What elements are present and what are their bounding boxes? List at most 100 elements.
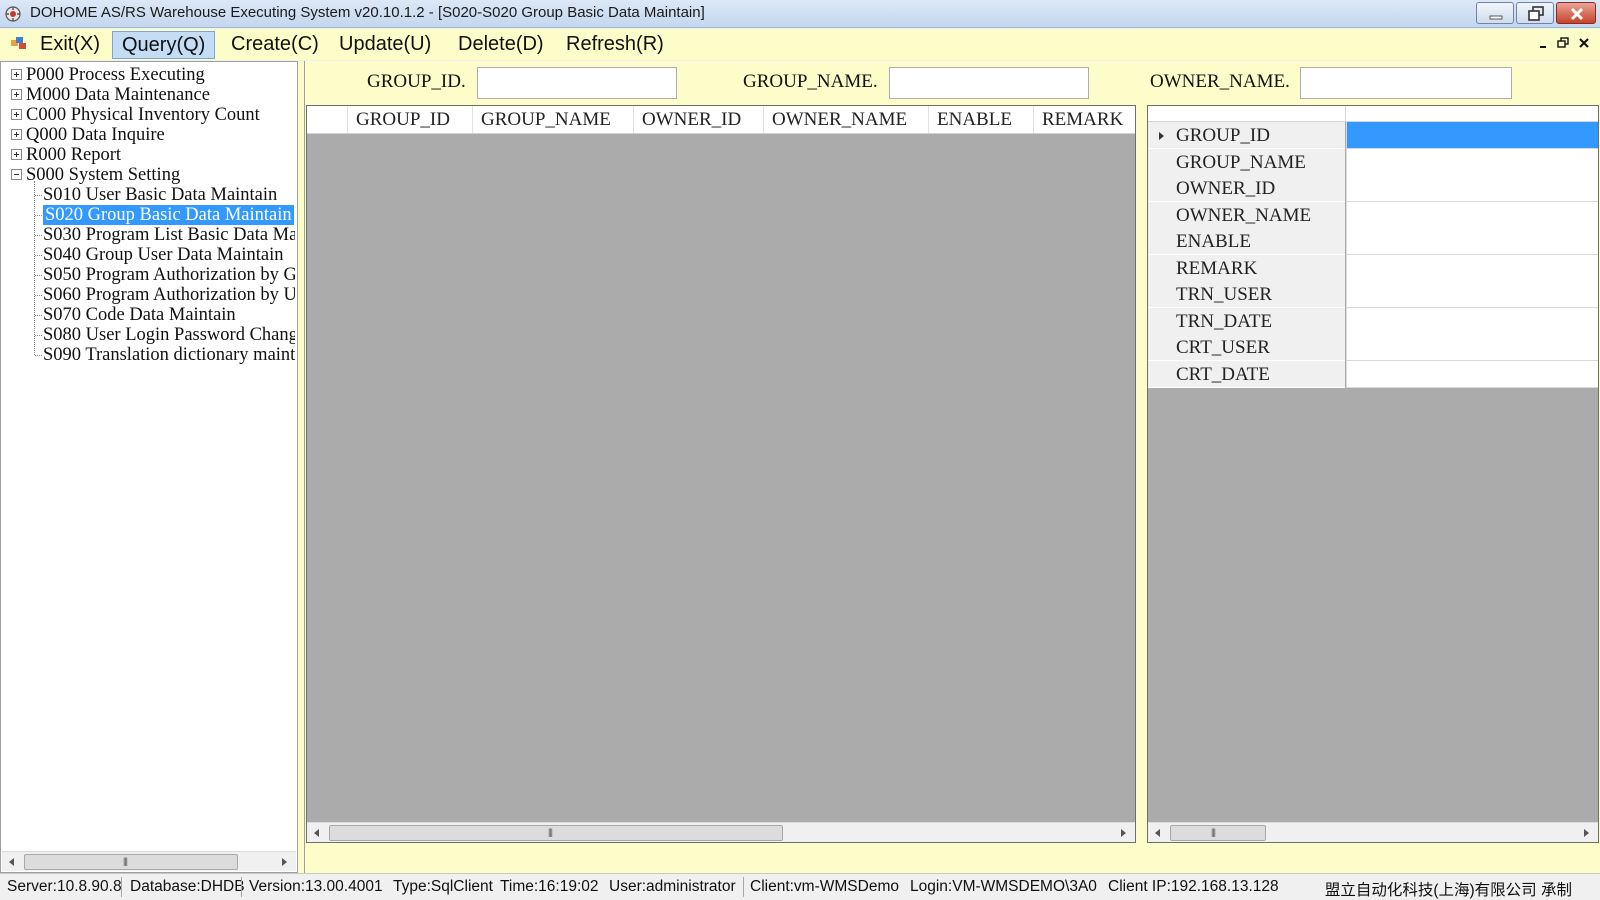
detail-field-value[interactable] xyxy=(1346,122,1598,149)
content-panel: GROUP_ID. GROUP_NAME. OWNER_NAME. GROUP_… xyxy=(304,61,1600,873)
scroll-left-icon[interactable] xyxy=(1152,827,1164,839)
tree-leaf[interactable]: S010 User Basic Data Maintain xyxy=(35,185,277,205)
scroll-thumb[interactable]: ||| xyxy=(24,854,238,870)
close-icon xyxy=(1570,7,1584,21)
scroll-thumb[interactable]: ||| xyxy=(329,825,783,841)
detail-row[interactable]: CRT_DATE xyxy=(1148,360,1598,388)
detail-field-value[interactable] xyxy=(1346,175,1598,202)
detail-field-value[interactable] xyxy=(1346,254,1598,282)
tree-leaf[interactable]: S020 Group Basic Data Maintain xyxy=(35,205,294,225)
detail-field-label: OWNER_NAME xyxy=(1148,201,1345,229)
expand-icon[interactable] xyxy=(11,89,22,100)
tree-horizontal-scrollbar[interactable]: ||| xyxy=(2,851,296,871)
detail-field-value[interactable] xyxy=(1346,281,1598,308)
tree-leaf[interactable]: S050 Program Authorization by G xyxy=(35,265,295,285)
status-type: Type:SqlClient xyxy=(393,878,493,895)
detail-row[interactable]: ENABLE xyxy=(1148,228,1598,255)
detail-property-grid[interactable]: GROUP_ID GROUP_NAME OWNER_ID OWNER_NAME ENAB… xyxy=(1147,105,1599,843)
tree-leaf[interactable]: S070 Code Data Maintain xyxy=(35,305,236,325)
detail-field-name: TRN_USER xyxy=(1176,284,1273,305)
expand-icon[interactable] xyxy=(11,129,22,140)
current-row-pointer-icon xyxy=(1159,132,1164,140)
column-header[interactable]: OWNER_ID xyxy=(634,106,764,133)
detail-row[interactable]: CRT_USER xyxy=(1148,334,1598,361)
tree-leaf[interactable]: S080 User Login Password Chang xyxy=(35,325,295,345)
menu-refresh[interactable]: Refresh(R) xyxy=(557,31,673,59)
group-id-input[interactable] xyxy=(477,67,677,99)
tree-leaf-label: S080 User Login Password Chang xyxy=(43,325,295,345)
tree-leaf[interactable]: S030 Program List Basic Data Ma xyxy=(35,225,295,245)
tree-leaf[interactable]: S040 Group User Data Maintain xyxy=(35,245,283,265)
status-time: Time:16:19:02 xyxy=(500,878,599,895)
detail-field-value[interactable] xyxy=(1346,307,1598,335)
status-company: 盟立自动化科技(上海)有限公司 承制 xyxy=(1324,882,1572,899)
mdi-restore-icon xyxy=(1557,37,1569,48)
detail-field-name: TRN_DATE xyxy=(1176,310,1273,332)
expand-icon[interactable] xyxy=(11,109,22,120)
scroll-left-icon[interactable] xyxy=(6,856,18,868)
status-user: User:administrator xyxy=(609,878,736,895)
detail-row[interactable]: REMARK xyxy=(1148,254,1598,282)
tree-connector-tick xyxy=(35,315,42,316)
close-button[interactable] xyxy=(1556,2,1596,24)
collapse-icon[interactable] xyxy=(11,169,22,180)
column-header[interactable]: GROUP_ID xyxy=(348,106,473,133)
detail-field-label: GROUP_NAME xyxy=(1148,148,1345,176)
restore-icon xyxy=(1528,6,1544,21)
menu-exit[interactable]: Exit(X) xyxy=(31,31,109,59)
detail-field-value[interactable] xyxy=(1346,228,1598,255)
detail-field-value[interactable] xyxy=(1346,148,1598,176)
mdi-minimize-icon xyxy=(1540,46,1546,48)
owner-name-input[interactable] xyxy=(1300,67,1512,99)
column-header[interactable]: GROUP_NAME xyxy=(473,106,634,133)
detail-field-value[interactable] xyxy=(1346,360,1598,388)
detail-row[interactable]: OWNER_NAME xyxy=(1148,201,1598,229)
scroll-thumb[interactable]: ||| xyxy=(1170,825,1266,841)
grid-horizontal-scrollbar[interactable]: ||| xyxy=(307,822,1135,842)
expand-icon[interactable] xyxy=(11,69,22,80)
status-client: Client:vm-WMSDemo xyxy=(750,878,899,895)
window-title: DOHOME AS/RS Warehouse Executing System … xyxy=(30,4,705,21)
status-server: Server:10.8.90.8 xyxy=(7,878,122,895)
tree-connector-tick xyxy=(35,275,42,276)
group-data-grid[interactable]: GROUP_ID GROUP_NAME OWNER_ID OWNER_NAME … xyxy=(306,105,1136,843)
detail-field-label: CRT_DATE xyxy=(1148,360,1345,388)
navigation-tree[interactable]: P000 Process Executing M000 Data Maintena… xyxy=(0,61,298,873)
menu-update[interactable]: Update(U) xyxy=(330,31,440,59)
detail-row[interactable]: OWNER_ID xyxy=(1148,175,1598,202)
scroll-right-icon[interactable] xyxy=(278,856,290,868)
scroll-right-icon[interactable] xyxy=(1117,827,1129,839)
menu-delete[interactable]: Delete(D) xyxy=(449,31,553,59)
detail-field-label: TRN_DATE xyxy=(1148,307,1345,335)
tree-leaf[interactable]: S060 Program Authorization by U xyxy=(35,285,295,305)
detail-field-value[interactable] xyxy=(1346,201,1598,229)
expand-icon[interactable] xyxy=(11,149,22,160)
detail-field-label: TRN_USER xyxy=(1148,281,1345,308)
detail-row[interactable]: GROUP_ID xyxy=(1148,122,1598,149)
restore-button[interactable] xyxy=(1516,2,1554,24)
detail-horizontal-scrollbar[interactable]: ||| xyxy=(1148,822,1598,842)
detail-field-value[interactable] xyxy=(1346,334,1598,361)
tree-leaf[interactable]: S090 Translation dictionary mainte xyxy=(35,345,295,365)
mdi-child-icon[interactable] xyxy=(11,37,27,51)
mdi-window-controls[interactable] xyxy=(1538,37,1594,51)
group-name-input[interactable] xyxy=(889,67,1089,99)
grid-row-header[interactable] xyxy=(307,106,348,133)
tree-connector-tick xyxy=(35,335,42,336)
tree-leaf-label: S090 Translation dictionary mainte xyxy=(43,345,295,365)
title-bar[interactable]: DOHOME AS/RS Warehouse Executing System … xyxy=(0,0,1600,28)
tree-node-label: R000 Report xyxy=(26,145,122,165)
column-header[interactable]: ENABLE xyxy=(929,106,1034,133)
detail-row[interactable]: TRN_DATE xyxy=(1148,307,1598,335)
column-header[interactable]: OWNER_NAME xyxy=(764,106,929,133)
detail-row[interactable]: TRN_USER xyxy=(1148,281,1598,308)
menu-create[interactable]: Create(C) xyxy=(222,31,328,59)
minimize-button[interactable] xyxy=(1476,2,1514,24)
column-header[interactable]: REMARK xyxy=(1034,106,1135,133)
menu-bar: Exit(X) Query(Q) Create(C) Update(U) Del… xyxy=(0,29,1600,60)
detail-row[interactable]: GROUP_NAME xyxy=(1148,148,1598,176)
detail-field-label: REMARK xyxy=(1148,254,1345,282)
scroll-left-icon[interactable] xyxy=(311,827,323,839)
scroll-right-icon[interactable] xyxy=(1580,827,1592,839)
menu-query[interactable]: Query(Q) xyxy=(112,31,216,59)
